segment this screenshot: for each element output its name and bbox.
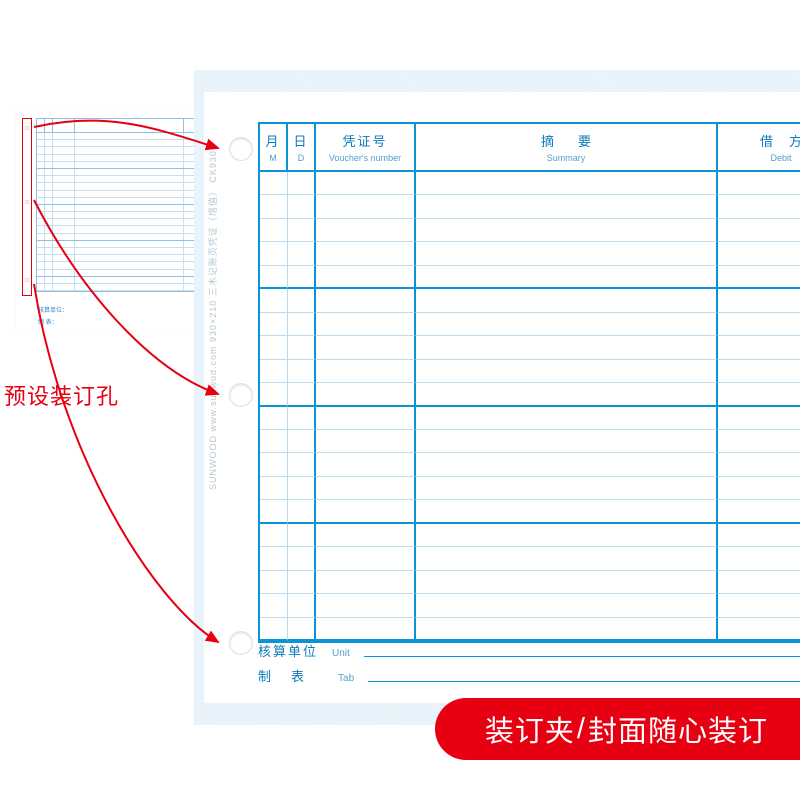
promo-badge: 装订夹 / 封面 随心装订: [435, 698, 800, 760]
sheet-footer: 核算单位 Unit 制表 Tab: [258, 635, 800, 685]
ledger-sheet: 月M 日D 凭证号 Voucher's number 摘要 Summary 借方 De…: [194, 70, 800, 725]
col-month-cn: 月: [265, 131, 280, 150]
col-month-en: M: [269, 153, 277, 163]
col-debit-en: Debit: [770, 153, 791, 163]
thumb-hole: [25, 278, 29, 282]
table-row: [260, 172, 800, 195]
table-row: [260, 407, 800, 430]
badge-part-b: 封面: [588, 708, 648, 750]
thumb-hole: [25, 126, 29, 130]
table-row: [260, 289, 800, 312]
table-row: [260, 500, 800, 523]
badge-part-a: 装订夹: [485, 708, 575, 750]
annotation-preset-holes: 预设装订孔: [4, 379, 119, 411]
ledger-table: 月M 日D 凭证号 Voucher's number 摘要 Summary 借方 De…: [258, 122, 800, 643]
underline: [364, 656, 800, 657]
footer-tab-cn: 制表: [258, 666, 324, 685]
footer-unit-en: Unit: [332, 648, 350, 659]
table-row: [260, 383, 800, 406]
ledger-body: [260, 172, 800, 641]
table-row: [260, 547, 800, 570]
col-summary-cn: 摘要: [517, 131, 615, 150]
col-debit-cn: 借方: [744, 131, 800, 150]
table-row: [260, 360, 800, 383]
badge-slash: /: [577, 713, 586, 746]
binding-hole: [230, 384, 252, 406]
col-summary-en: Summary: [547, 153, 586, 163]
table-row: [260, 313, 800, 336]
thumb-hole: [25, 200, 29, 204]
col-voucher-en: Voucher's number: [329, 153, 401, 163]
col-day-en: D: [298, 153, 305, 163]
binding-hole: [230, 632, 252, 654]
table-row: [260, 430, 800, 453]
table-row: [260, 195, 800, 218]
ledger-header: 月M 日D 凭证号 Voucher's number 摘要 Summary 借方 De…: [260, 124, 800, 172]
badge-tail: 随心装订: [648, 708, 768, 750]
col-voucher-cn: 凭证号: [342, 131, 387, 150]
table-row: [260, 336, 800, 359]
table-row: [260, 594, 800, 617]
table-row: [260, 219, 800, 242]
underline: [368, 681, 800, 682]
table-row: [260, 266, 800, 289]
footer-unit-cn: 核算单位: [258, 641, 318, 660]
binding-hole: [230, 138, 252, 160]
thumb-footer-unit: 核算单位：: [38, 306, 68, 316]
table-row: [260, 242, 800, 265]
table-row: [260, 477, 800, 500]
footer-tab-en: Tab: [338, 673, 354, 684]
table-row: [260, 453, 800, 476]
sheet-side-text: SUNWOOD www.sunwod.com 930×210 三木记账页凭证（增…: [206, 144, 219, 490]
thumb-footer-tab: 制 表：: [38, 317, 58, 326]
table-row: [260, 524, 800, 547]
thumb-hole-annotation-box: [22, 118, 32, 296]
table-row: [260, 571, 800, 594]
col-day-cn: 日: [293, 131, 308, 150]
